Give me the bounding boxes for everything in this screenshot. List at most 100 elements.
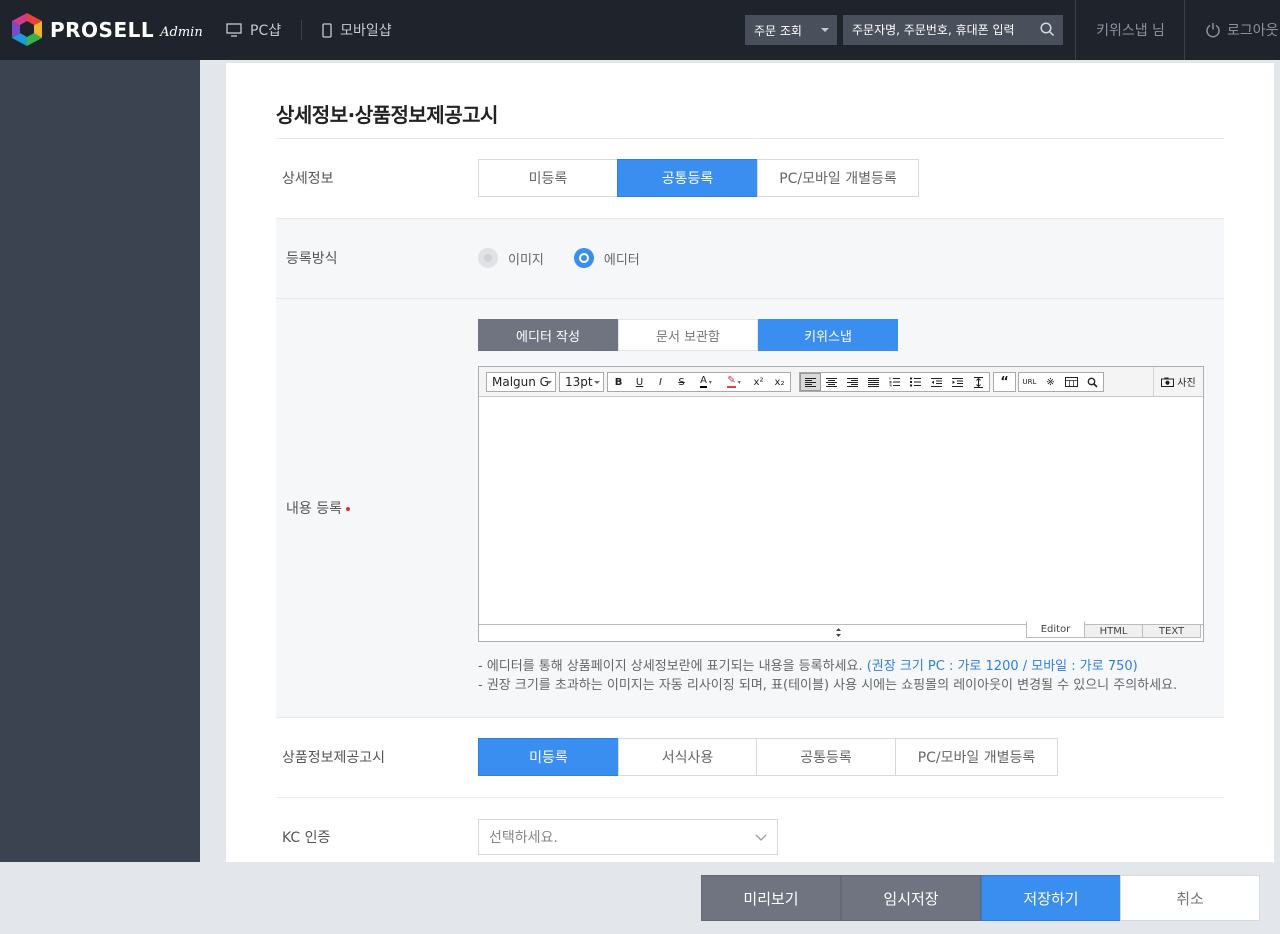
nav-mobile-shop-label: 모바일샵	[340, 23, 392, 39]
ordered-list-icon[interactable]	[884, 373, 905, 391]
save-button[interactable]: 저장하기	[981, 875, 1121, 921]
product-notice-row: 상품정보제공고시 미등록 서식사용 공통등록 PC/모바일 개별등록	[276, 718, 1224, 798]
page-title: 상세정보·상품정보제공고시	[276, 103, 498, 127]
kc-select[interactable]: 선택하세요.	[478, 819, 778, 855]
quote-group: “	[993, 372, 1016, 392]
resize-handle-icon[interactable]	[835, 627, 842, 638]
tab-kiwisnap[interactable]: 키위스냅	[758, 319, 898, 351]
special-char-icon[interactable]: ※	[1040, 373, 1061, 391]
rich-text-editor: Malgun G 13pt B U I S A ▾ ✎ ▾ x² x₂ “ UR…	[478, 366, 1204, 642]
notice-option-separate[interactable]: PC/모바일 개별등록	[895, 738, 1058, 776]
note-line-1-text: - 에디터를 통해 상품페이지 상세정보란에 표기되는 내용을 등록하세요.	[478, 659, 863, 674]
find-icon[interactable]	[1082, 373, 1103, 391]
font-color-icon[interactable]: A ▾	[692, 373, 720, 391]
nav-pc-shop-label: PC샵	[250, 23, 282, 39]
font-size-select[interactable]: 13pt	[559, 372, 604, 392]
detail-info-option-common[interactable]: 공통등록	[617, 159, 758, 197]
content-row: 내용 등록 에디터 작성 문서 보관함 키위스냅 Malgun G 13pt B…	[276, 299, 1224, 718]
power-icon	[1206, 23, 1220, 38]
editor-tabs: 에디터 작성 문서 보관함 키위스냅	[478, 319, 898, 351]
camera-icon	[1161, 377, 1175, 387]
quote-icon[interactable]: “	[994, 373, 1015, 391]
temp-save-button[interactable]: 임시저장	[841, 875, 981, 921]
mode-tab-editor[interactable]: Editor	[1026, 621, 1085, 638]
order-search-type-label: 주문 조회	[754, 23, 802, 38]
align-center-icon[interactable]	[821, 373, 842, 391]
mode-tab-text[interactable]: TEXT	[1142, 624, 1201, 638]
prosell-logo-icon	[12, 13, 42, 46]
caret-down-icon	[594, 381, 600, 384]
order-search-box	[843, 15, 1063, 45]
insert-group: URL ※	[1018, 372, 1104, 392]
detail-info-row: 상세정보 미등록 공통등록 PC/모바일 개별등록	[276, 139, 1224, 219]
logout-label: 로그아웃	[1227, 23, 1279, 39]
notice-option-template[interactable]: 서식사용	[618, 738, 757, 776]
required-dot-icon	[345, 507, 350, 511]
radio-editor-label: 에디터	[603, 252, 640, 268]
content-label-text: 내용 등록	[286, 501, 342, 517]
note-line-2: - 권장 크기를 초과하는 이미지는 자동 리사이징 되며, 표(테이블) 사용…	[478, 678, 1178, 693]
brand-logo[interactable]: PROSELL Admin	[12, 13, 203, 46]
notice-option-common[interactable]: 공통등록	[756, 738, 896, 776]
logout-button[interactable]: 로그아웃	[1184, 0, 1280, 60]
register-method-radios: 이미지 에디터	[478, 248, 670, 268]
outdent-icon[interactable]	[926, 373, 947, 391]
chevron-down-icon	[755, 834, 767, 841]
detail-info-label: 상세정보	[282, 171, 334, 187]
bullet-list-icon[interactable]	[905, 373, 926, 391]
order-search-input[interactable]	[843, 23, 1033, 37]
nav-pc-shop[interactable]: PC샵	[226, 20, 281, 40]
product-notice-segmented: 미등록 서식사용 공통등록 PC/모바일 개별등록	[478, 738, 1058, 776]
italic-icon[interactable]: I	[650, 373, 671, 391]
order-search-type-select[interactable]: 주문 조회	[745, 15, 837, 45]
note-line-1: - 에디터를 통해 상품페이지 상세정보란에 표기되는 내용을 등록하세요. (…	[478, 657, 1177, 676]
bold-icon[interactable]: B	[608, 373, 629, 391]
user-name[interactable]: 키위스냅 님	[1075, 0, 1185, 60]
highlight-color-icon[interactable]: ✎ ▾	[720, 373, 748, 391]
align-justify-icon[interactable]	[863, 373, 884, 391]
kc-label: KC 인증	[282, 830, 331, 846]
tab-document-box[interactable]: 문서 보관함	[618, 319, 758, 351]
detail-info-option-separate[interactable]: PC/모바일 개별등록	[757, 159, 919, 197]
register-method-label: 등록방식	[286, 251, 338, 267]
mode-tab-html[interactable]: HTML	[1084, 624, 1143, 638]
top-nav: PC샵 모바일샵	[226, 0, 392, 60]
radio-editor[interactable]: 에디터	[573, 248, 640, 268]
subscript-icon[interactable]: x₂	[769, 373, 790, 391]
radio-off-icon	[478, 248, 498, 268]
bottom-action-bar: 미리보기 임시저장 저장하기 취소	[0, 862, 1280, 934]
indent-icon[interactable]	[947, 373, 968, 391]
font-family-select[interactable]: Malgun G	[486, 372, 556, 392]
link-icon[interactable]: URL	[1019, 373, 1040, 391]
line-height-icon[interactable]	[968, 373, 989, 391]
photo-upload-label: 사진	[1177, 378, 1196, 389]
editor-toolbar: Malgun G 13pt B U I S A ▾ ✎ ▾ x² x₂ “ UR…	[479, 367, 1203, 397]
search-icon[interactable]	[1040, 22, 1055, 37]
editor-footer: Editor HTML TEXT	[479, 621, 1203, 641]
detail-info-segmented: 미등록 공통등록 PC/모바일 개별등록	[478, 159, 919, 197]
tab-editor-write[interactable]: 에디터 작성	[478, 319, 618, 351]
preview-button[interactable]: 미리보기	[701, 875, 841, 921]
radio-on-icon	[573, 248, 594, 268]
editor-notes: - 에디터를 통해 상품페이지 상세정보란에 표기되는 내용을 등록하세요. (…	[478, 657, 1177, 695]
notice-option-none[interactable]: 미등록	[478, 738, 619, 776]
editor-content-area[interactable]	[479, 397, 1203, 625]
product-notice-label: 상품정보제공고시	[282, 750, 386, 766]
detail-info-option-none[interactable]: 미등록	[478, 159, 618, 197]
register-method-row: 등록방식 이미지 에디터	[276, 219, 1224, 299]
align-left-icon[interactable]	[800, 373, 821, 391]
table-icon[interactable]	[1061, 373, 1082, 391]
nav-mobile-shop[interactable]: 모바일샵	[322, 20, 392, 40]
underline-icon[interactable]: U	[629, 373, 650, 391]
align-right-icon[interactable]	[842, 373, 863, 391]
nav-divider	[301, 20, 303, 40]
radio-image[interactable]: 이미지	[478, 248, 544, 268]
caret-down-icon	[546, 381, 552, 384]
photo-upload-button[interactable]: 사진	[1153, 367, 1203, 396]
font-family-value: Malgun G	[492, 375, 549, 389]
superscript-icon[interactable]: x²	[748, 373, 769, 391]
cancel-button[interactable]: 취소	[1120, 875, 1260, 921]
brand-sub: Admin	[160, 25, 203, 40]
strikethrough-icon[interactable]: S	[671, 373, 692, 391]
paragraph-group	[799, 372, 990, 392]
